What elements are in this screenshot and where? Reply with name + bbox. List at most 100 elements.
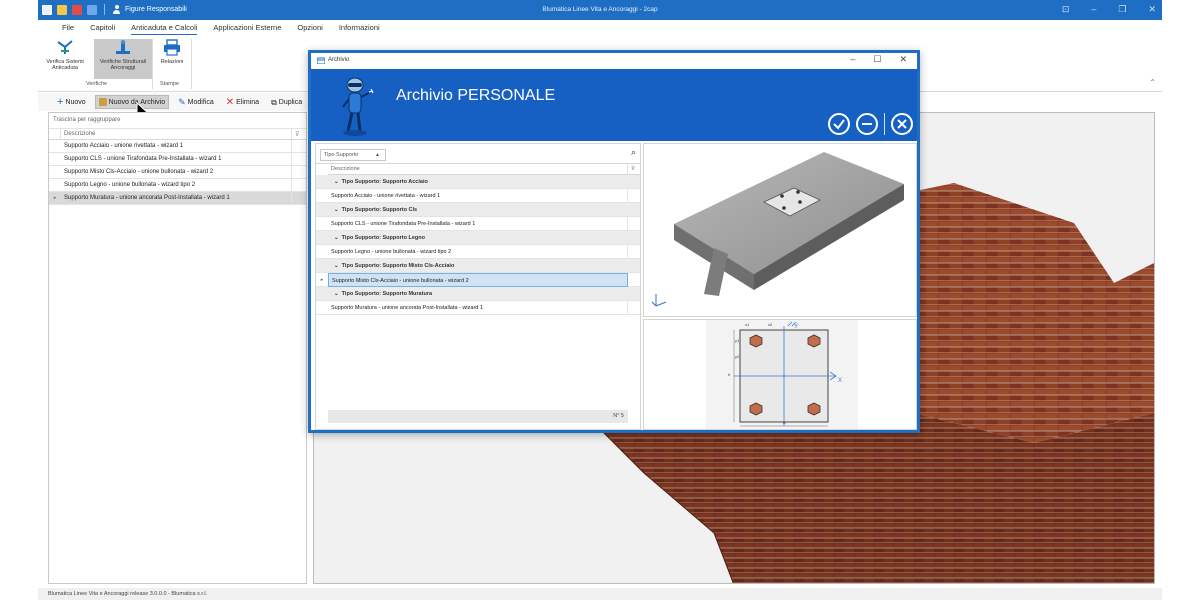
nuovo-label: Nuovo	[65, 98, 86, 106]
tab-capitoli[interactable]: Capitoli	[82, 20, 123, 35]
verifiche-strutturali-ancoraggi-button[interactable]: Verifiche Strutturali Ancoraggi	[94, 39, 152, 79]
column-filter-icon[interactable]: ⊽	[292, 129, 306, 139]
printer-icon	[162, 39, 182, 56]
group-label: Tipo Supporto: Supporto Acciaio	[341, 178, 428, 185]
maximize-button[interactable]: ❐	[1118, 4, 1126, 15]
group-label: Tipo Supporto: Supporto Misto Cls-Acciai…	[341, 262, 455, 269]
table-row[interactable]: Supporto Misto Cls-Acciaio - unione bull…	[49, 165, 306, 179]
cancel-button[interactable]	[891, 113, 913, 135]
collapse-ribbon-icon[interactable]: ⌃	[1149, 78, 1156, 87]
tab-opzioni[interactable]: Opzioni	[289, 20, 330, 35]
dialog-actions	[828, 113, 913, 135]
column-filter-icon[interactable]: ⊽	[628, 164, 640, 174]
verifica-label-line2: Anticaduta	[52, 65, 78, 71]
app-titlebar: Figure Responsabili Blumatica Linee Vita…	[38, 0, 1162, 20]
row-description: Supporto Muratura - unione ancorata Post…	[61, 191, 292, 205]
table-row-selected[interactable]: ▸ Supporto Muratura - unione ancorata Pos…	[49, 191, 306, 205]
tab-file[interactable]: File	[54, 20, 82, 35]
relazioni-label: Relazioni	[160, 59, 184, 65]
nuovo-button[interactable]: + Nuovo	[54, 95, 89, 108]
table-row[interactable]: Supporto Acciaio - unione rivettata - wi…	[49, 139, 306, 153]
archive-grid-panel: Tipo Supporto ▲ ⌕ Descrizione ⊽ ⌄ Tipo S…	[315, 143, 641, 430]
ribbon-divider	[152, 39, 153, 89]
dim-b-label: B	[783, 420, 786, 425]
search-icon[interactable]: ⌕	[631, 147, 636, 158]
group-label: Tipo Supporto: Supporto Legno	[341, 234, 425, 241]
pencil-icon: ✎	[178, 96, 186, 107]
group-row[interactable]: ⌄ Tipo Supporto: Supporto Cls	[316, 203, 640, 217]
group-stampe-label: Stampe	[160, 81, 179, 87]
group-row[interactable]: ⌄ Tipo Supporto: Supporto Legno	[316, 231, 640, 245]
chevron-down-icon: ⌄	[334, 262, 342, 269]
group-row[interactable]: ⌄ Tipo Supporto: Supporto Muratura	[316, 287, 640, 301]
minimize-button[interactable]: –	[1091, 4, 1096, 15]
tab-informazioni[interactable]: Informazioni	[331, 20, 388, 35]
modifica-button[interactable]: ✎ Modifica	[175, 97, 217, 108]
chevron-down-icon: ⌄	[334, 206, 342, 213]
fall-arrest-icon	[55, 39, 75, 56]
verifica-sistemi-anticaduta-button[interactable]: Verifica Sistemi Anticaduta	[40, 39, 90, 79]
row-indicator-icon: ▸	[53, 195, 57, 201]
axis-gizmo-icon	[651, 294, 667, 307]
sort-ascending-icon: ▲	[375, 152, 380, 158]
archive-icon	[98, 98, 107, 106]
group-label: Tipo Supporto: Supporto Muratura	[341, 290, 433, 297]
check-icon	[833, 119, 845, 130]
row-description: Supporto Acciaio - unione rivettata - wi…	[61, 139, 292, 153]
plus-icon: +	[57, 95, 64, 108]
group-by-tipo-supporto-chip[interactable]: Tipo Supporto ▲	[320, 149, 386, 161]
list-item[interactable]: Supporto Acciaio - unione rivettata - wi…	[316, 188, 640, 203]
list-item-selected[interactable]: ▸ Supporto Misto Cls-Acciaio - unione bul…	[316, 272, 640, 287]
minus-icon	[862, 123, 872, 125]
elimina-label: Elimina	[236, 98, 260, 106]
elimina-button[interactable]: ✕ Elimina	[223, 97, 262, 108]
close-button[interactable]: ✕	[1148, 4, 1156, 15]
dialog-minimize-button[interactable]: –	[850, 54, 855, 65]
list-toolbar: + Nuovo Nuovo da Archivio ✎ Modifica ✕ Elim…	[38, 93, 308, 111]
window-controls: ⊡ – ❐ ✕	[1062, 4, 1156, 15]
remove-button[interactable]	[856, 113, 878, 135]
dialog-maximize-button[interactable]: ☐	[873, 54, 881, 65]
list-item[interactable]: Supporto Muratura - unione ancorata Post…	[316, 300, 640, 315]
list-item[interactable]: Supporto CLS - unione Tirafondata Pre-In…	[316, 216, 640, 231]
column-descrizione[interactable]: Descrizione	[328, 164, 628, 174]
tab-applicazioni-esterne[interactable]: Applicazioni Esterne	[205, 20, 289, 35]
mascot-robot-icon	[342, 77, 374, 136]
list-item[interactable]: Supporto Legno - unione bullonata - wiza…	[316, 244, 640, 259]
row-description: Supporto Misto Cls-Acciaio - unione bull…	[61, 165, 292, 179]
table-row[interactable]: Supporto CLS - unione Tirafondata Pre-In…	[49, 152, 306, 166]
item-description: Supporto CLS - unione Tirafondata Pre-In…	[328, 216, 628, 231]
item-description: Supporto Misto Cls-Acciaio - unione bull…	[328, 272, 628, 287]
column-descrizione[interactable]: Descrizione	[61, 129, 292, 139]
nuovo-da-archivio-button[interactable]: Nuovo da Archivio	[94, 95, 170, 109]
duplicate-icon: ⧉	[271, 97, 277, 107]
duplica-button[interactable]: ⧉ Duplica	[268, 97, 305, 108]
base-plate-drawing[interactable]: x1 x2 y1 y2 h B X Y	[643, 319, 917, 430]
grid-header: Descrizione ⊽	[49, 129, 306, 140]
dialog-header: Archivio PERSONALE	[311, 69, 917, 141]
dialog-close-button[interactable]: ✕	[899, 54, 907, 65]
menu-bar: File Capitoli Anticaduta e Calcoli Appli…	[38, 20, 1162, 35]
group-row[interactable]: ⌄ Tipo Supporto: Supporto Misto Cls-Acci…	[316, 259, 640, 273]
archivio-dialog: Archivio – ☐ ✕ Archivio PERSONALE Tipo S…	[308, 50, 920, 433]
status-bar: Blumatica Linee Vita e Ancoraggi release…	[38, 588, 1162, 600]
dialog-heading: Archivio PERSONALE	[396, 87, 556, 104]
restore-layout-icon[interactable]: ⊡	[1062, 4, 1070, 15]
tab-anticaduta-e-calcoli[interactable]: Anticaduta e Calcoli	[123, 20, 205, 35]
row-description: Supporto CLS - unione Tirafondata Pre-In…	[61, 152, 292, 166]
item-description: Supporto Legno - unione bullonata - wiza…	[328, 244, 628, 259]
chevron-down-icon: ⌄	[334, 290, 342, 297]
grid-gutter	[49, 129, 61, 139]
confirm-button[interactable]	[828, 113, 850, 135]
dialog-window-title: Archivio	[328, 57, 350, 63]
table-row[interactable]: Supporto Legno - unione bullonata - wiza…	[49, 178, 306, 192]
strutturali-label-line2: Ancoraggi	[110, 65, 136, 71]
archive-grid-header: Descrizione ⊽	[328, 164, 640, 175]
relazioni-button[interactable]: Relazioni	[156, 39, 188, 79]
archive-filter-bar: Tipo Supporto ▲ ⌕	[316, 144, 640, 164]
support-3d-preview[interactable]	[643, 143, 917, 317]
chevron-down-icon: ⌄	[334, 178, 342, 185]
group-row[interactable]: ⌄ Tipo Supporto: Supporto Acciaio	[316, 175, 640, 189]
group-by-hint: Trascina per raggruppare	[49, 113, 306, 129]
dim-h-label: h	[728, 372, 730, 377]
